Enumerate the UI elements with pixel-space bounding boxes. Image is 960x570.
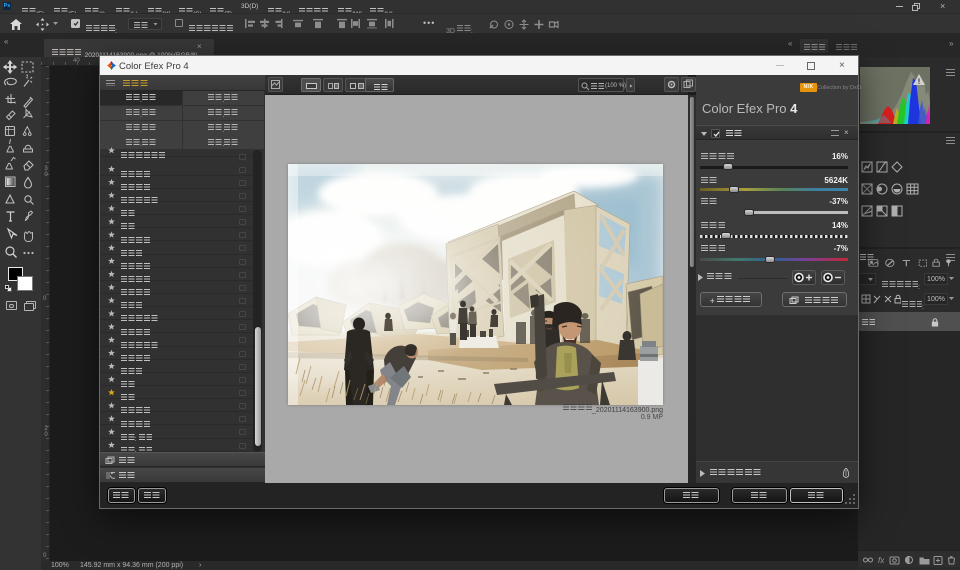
svg-text:fx: fx — [878, 556, 885, 565]
